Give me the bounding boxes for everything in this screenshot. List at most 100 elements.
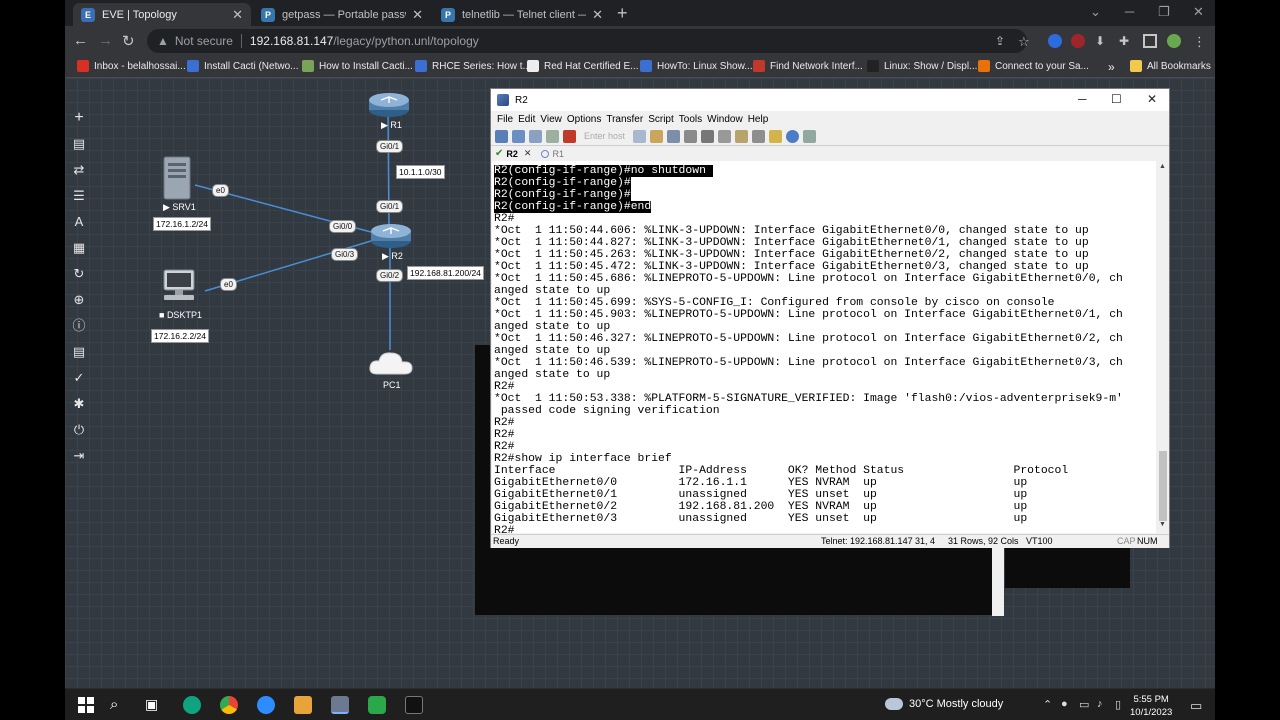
server-srv1-icon[interactable] xyxy=(163,156,191,200)
menu-options[interactable]: Options xyxy=(567,114,601,125)
terminal-line-text: *Oct 1 11:50:53.338: %PLATFORM-5-SIGNATU… xyxy=(494,393,1123,405)
bookmark-item[interactable]: RHCE Series: How t... xyxy=(415,60,531,72)
camtasia-icon[interactable] xyxy=(368,696,386,714)
maximize-icon[interactable]: ☐ xyxy=(1111,92,1122,106)
chatgpt-icon[interactable] xyxy=(183,696,201,714)
cloud-pc1-icon[interactable] xyxy=(367,348,415,378)
close-icon[interactable]: ✕ xyxy=(1147,92,1157,106)
bookmarks-overflow-button[interactable]: » xyxy=(1108,60,1115,74)
avatar[interactable] xyxy=(1167,34,1181,48)
find-icon[interactable] xyxy=(667,129,681,143)
terminal-titlebar[interactable]: R2 ─ ☐ ✕ xyxy=(491,89,1169,111)
sftp-icon[interactable] xyxy=(735,129,749,143)
search-icon[interactable]: ⌕ xyxy=(110,696,128,714)
taskbar-clock[interactable]: 5:55 PM 10/1/2023 xyxy=(1130,693,1172,719)
menu-window[interactable]: Window xyxy=(707,114,743,125)
new-tab-button[interactable]: + xyxy=(617,3,628,24)
microphone-icon[interactable]: ● xyxy=(1061,698,1068,710)
terminal-window[interactable]: R2 ─ ☐ ✕ File Edit View Options Transfer… xyxy=(490,88,1170,548)
file-explorer-icon[interactable] xyxy=(294,696,312,714)
session-tab-r2[interactable]: ✔ R2 ✕ xyxy=(495,148,531,159)
menu-script[interactable]: Script xyxy=(648,114,674,125)
print-icon[interactable] xyxy=(684,129,698,143)
maximize-icon[interactable]: ❐ xyxy=(1158,4,1170,20)
forward-arrow-icon[interactable]: → xyxy=(98,32,113,49)
menu-file[interactable]: File xyxy=(497,114,513,125)
menu-edit[interactable]: Edit xyxy=(518,114,535,125)
bookmark-item[interactable]: How to Install Cacti... xyxy=(302,60,413,72)
reload-icon[interactable]: ↻ xyxy=(122,32,135,50)
copy-icon[interactable] xyxy=(633,129,647,143)
connect-tab-icon[interactable] xyxy=(529,129,542,143)
weather-widget[interactable]: 30°C Mostly cloudy xyxy=(885,698,1003,710)
scrollbar-thumb[interactable] xyxy=(1159,451,1167,521)
extension-icon[interactable] xyxy=(1071,34,1085,48)
tab-getpass[interactable]: P getpass — Portable password in ✕ xyxy=(253,3,431,26)
about-icon[interactable] xyxy=(803,129,817,143)
task-view-icon[interactable]: ▣ xyxy=(145,696,163,714)
close-tab-icon[interactable]: ✕ xyxy=(232,7,243,23)
bookmark-item[interactable]: Find Network Interf... xyxy=(753,60,863,72)
bookmark-item[interactable]: Linux: Show / Displ... xyxy=(867,60,977,72)
star-icon[interactable]: ☆ xyxy=(1018,34,1032,49)
zoom-icon[interactable] xyxy=(257,696,275,714)
back-arrow-icon[interactable]: ← xyxy=(73,32,88,49)
tab-eve-topology[interactable]: E EVE | Topology ✕ xyxy=(73,3,251,26)
minimize-icon[interactable]: ─ xyxy=(1078,92,1087,106)
settings-icon[interactable] xyxy=(718,129,732,143)
print-setup-icon[interactable] xyxy=(701,129,715,143)
disconnect-icon[interactable] xyxy=(563,129,576,143)
paste-icon[interactable] xyxy=(650,129,664,143)
more-icon[interactable]: ⋮ xyxy=(1193,34,1207,49)
scrollbar[interactable] xyxy=(992,548,1004,616)
menu-view[interactable]: View xyxy=(540,114,562,125)
chrome-icon[interactable] xyxy=(220,696,238,714)
scroll-down-icon[interactable]: ▼ xyxy=(1159,521,1166,528)
router-r2-icon[interactable] xyxy=(369,221,413,249)
close-tab-icon[interactable]: ✕ xyxy=(592,7,603,23)
terminal-output[interactable]: R2(config-if-range)#no shutdown R2(confi… xyxy=(492,161,1156,533)
reconnect-icon[interactable] xyxy=(546,129,559,143)
terminal-scrollbar[interactable]: ▲ ▼ xyxy=(1157,161,1169,533)
options-icon[interactable] xyxy=(752,129,766,143)
sidepanel-icon[interactable] xyxy=(1143,34,1157,48)
keymap-icon[interactable] xyxy=(769,129,783,143)
zoom-extension-icon[interactable] xyxy=(1048,34,1062,48)
bookmark-item[interactable]: Red Hat Certified E... xyxy=(527,60,638,72)
puzzle-icon[interactable]: ✚ xyxy=(1119,34,1133,48)
scroll-up-icon[interactable]: ▲ xyxy=(1159,163,1166,170)
bookmark-item[interactable]: Install Cacti (Netwo... xyxy=(187,60,298,72)
bookmark-item[interactable]: Connect to your Sa... xyxy=(978,60,1089,72)
help-icon[interactable] xyxy=(786,129,800,143)
battery-icon[interactable]: ▯ xyxy=(1115,698,1121,711)
tab-telnetlib[interactable]: P telnetlib — Telnet client — Pyth ✕ xyxy=(433,3,611,26)
address-bar[interactable]: ▲ Not secure 192.168.81.147 /legacy/pyth… xyxy=(147,29,1027,53)
router-r1-icon[interactable] xyxy=(367,90,411,118)
close-icon[interactable]: ✕ xyxy=(1193,4,1204,20)
menu-tools[interactable]: Tools xyxy=(679,114,702,125)
connect-icon[interactable] xyxy=(495,129,508,143)
chevron-up-icon[interactable]: ⌃ xyxy=(1043,698,1052,711)
warning-icon[interactable]: ▲ xyxy=(157,34,169,48)
host-input[interactable]: Enter host xyxy=(584,131,625,141)
windows-start-icon[interactable] xyxy=(77,696,95,714)
close-tab-icon[interactable]: ✕ xyxy=(524,148,532,159)
menu-help[interactable]: Help xyxy=(748,114,769,125)
close-tab-icon[interactable]: ✕ xyxy=(412,7,423,23)
chevron-down-icon[interactable]: ⌄ xyxy=(1090,4,1101,20)
minimize-icon[interactable]: ─ xyxy=(1125,4,1134,19)
download-icon[interactable]: ⬇ xyxy=(1095,34,1109,48)
session-tab-r1[interactable]: R1 xyxy=(541,149,564,159)
menu-transfer[interactable]: Transfer xyxy=(606,114,643,125)
network-icon[interactable]: ▭ xyxy=(1079,698,1089,711)
all-bookmarks-button[interactable]: All Bookmarks xyxy=(1130,60,1211,72)
bookmark-item[interactable]: HowTo: Linux Show... xyxy=(640,60,753,72)
bookmark-item[interactable]: Inbox - belalhossai... xyxy=(77,60,186,72)
securecrt-icon[interactable] xyxy=(331,696,349,714)
volume-icon[interactable]: ♪ xyxy=(1097,698,1103,710)
notification-icon[interactable]: ▭ xyxy=(1190,698,1202,714)
desktop-dsktp1-icon[interactable] xyxy=(162,268,196,304)
quick-connect-icon[interactable] xyxy=(512,129,525,143)
share-icon[interactable]: ⇪ xyxy=(995,34,1009,48)
terminal-icon[interactable] xyxy=(405,696,423,714)
